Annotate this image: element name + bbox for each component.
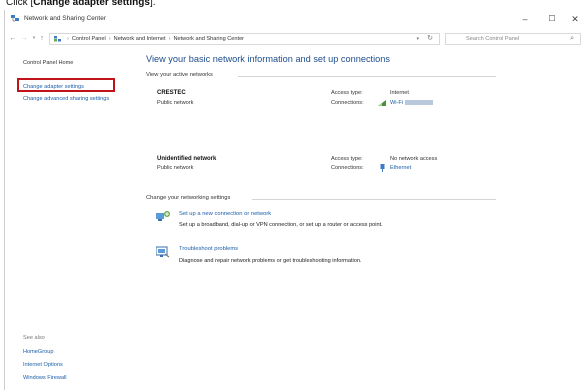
- network-name: CRESTEC: [157, 90, 186, 96]
- address-row: ← → ▾ ↑ › Control Panel › Network and Inter…: [5, 32, 581, 46]
- network-name: Unidentified network: [157, 156, 217, 162]
- ethernet-icon: [380, 164, 385, 172]
- change-settings-label: Change your networking settings: [146, 195, 231, 201]
- back-arrow-icon[interactable]: ←: [8, 33, 18, 44]
- page-title: View your basic network information and …: [146, 54, 390, 64]
- forward-arrow-icon[interactable]: →: [19, 33, 29, 44]
- breadcrumb-separator-icon: ›: [67, 36, 69, 42]
- address-bar[interactable]: › Control Panel › Network and Internet › Netw…: [49, 33, 440, 45]
- redacted-ssid: [405, 100, 434, 106]
- setup-connection-description: Set up a broadband, dial-up or VPN conne…: [179, 222, 383, 228]
- search-icon[interactable]: ⌕: [570, 35, 574, 43]
- network-category: Public network: [157, 100, 194, 106]
- see-also-label: See also: [23, 335, 45, 341]
- main-content: View your basic network information and …: [141, 50, 581, 390]
- section-divider: [252, 199, 496, 200]
- change-adapter-settings-link[interactable]: Change adapter settings: [23, 84, 84, 91]
- access-type-label: Access type:: [331, 90, 363, 96]
- network-app-icon: [11, 15, 19, 22]
- change-advanced-sharing-link[interactable]: Change advanced sharing settings: [23, 96, 119, 103]
- breadcrumb-network-sharing-center[interactable]: Network and Sharing Center: [173, 36, 244, 42]
- new-connection-icon: [156, 211, 170, 221]
- connections-label: Connections:: [331, 100, 364, 106]
- wifi-connection-link[interactable]: Wi-Fi: [390, 100, 434, 106]
- section-divider: [238, 76, 496, 77]
- address-dropdown-chevron-icon[interactable]: ▾: [416, 34, 419, 44]
- wifi-icon: [378, 100, 386, 106]
- breadcrumb-control-panel[interactable]: Control Panel: [72, 36, 106, 42]
- troubleshoot-description: Diagnose and repair network problems or …: [179, 258, 362, 264]
- window-title: Network and Sharing Center: [24, 15, 107, 22]
- control-panel-icon: [54, 36, 61, 42]
- access-type-value: Internet: [390, 90, 409, 96]
- close-button[interactable]: ✕: [564, 13, 584, 25]
- access-type-value: No network access: [390, 156, 438, 162]
- breadcrumb-separator-icon: ›: [168, 36, 171, 42]
- ethernet-connection-link[interactable]: Ethernet: [390, 165, 411, 171]
- search-input[interactable]: Search Control Panel ⌕: [445, 33, 581, 45]
- troubleshoot-link[interactable]: Troubleshoot problems: [179, 246, 238, 252]
- breadcrumb: › Control Panel › Network and Internet › Netw…: [64, 35, 244, 44]
- left-pane: Control Panel Home Change adapter settin…: [5, 50, 129, 390]
- title-bar: Network and Sharing Center – ☐ ✕: [5, 10, 581, 28]
- control-panel-home-link[interactable]: Control Panel Home: [23, 60, 73, 67]
- network-category: Public network: [157, 165, 194, 171]
- connections-label: Connections:: [331, 165, 364, 171]
- maximize-button[interactable]: ☐: [541, 13, 563, 25]
- minimize-button[interactable]: –: [514, 13, 536, 25]
- search-placeholder: Search Control Panel: [466, 36, 520, 42]
- windows-firewall-link[interactable]: Windows Firewall: [23, 375, 67, 381]
- troubleshoot-icon: [156, 246, 170, 258]
- homegroup-link[interactable]: HomeGroup: [23, 349, 53, 355]
- refresh-icon[interactable]: ↻: [427, 34, 433, 44]
- network-sharing-window: Network and Sharing Center – ☐ ✕ ← → ▾ ↑…: [4, 10, 584, 390]
- active-networks-label: View your active networks: [146, 72, 213, 78]
- instruction-caption: Click [Change adapter settings].: [6, 0, 156, 8]
- breadcrumb-separator-icon: ›: [108, 36, 111, 42]
- breadcrumb-network-internet[interactable]: Network and Internet: [114, 36, 166, 42]
- internet-options-link[interactable]: Internet Options: [23, 362, 63, 368]
- access-type-label: Access type:: [331, 156, 363, 162]
- up-arrow-icon[interactable]: ↑: [37, 33, 47, 44]
- setup-connection-link[interactable]: Set up a new connection or network: [179, 211, 271, 217]
